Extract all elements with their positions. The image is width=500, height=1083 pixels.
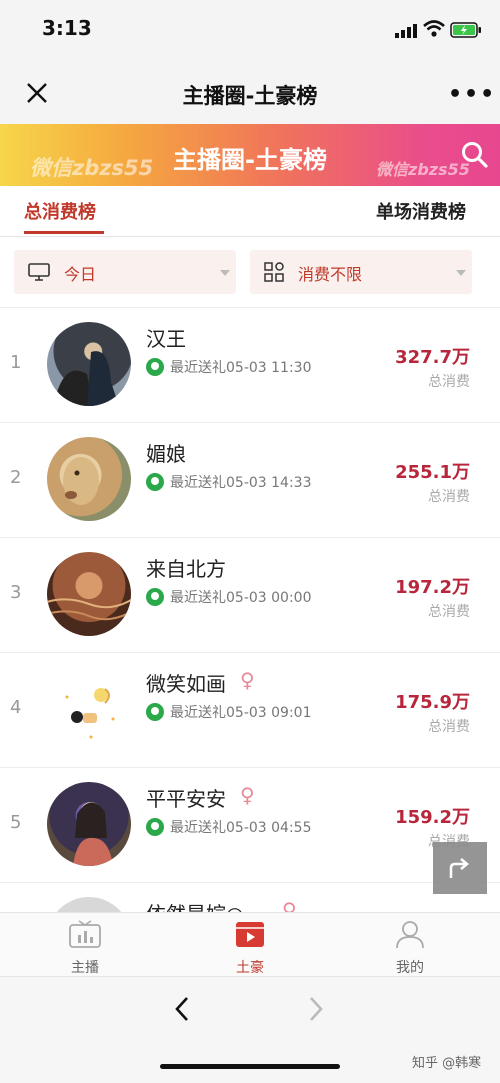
rank-number: 1: [10, 352, 22, 373]
video-icon: [236, 922, 264, 947]
forward-icon[interactable]: [306, 995, 326, 1023]
user-name: 媚娘: [146, 442, 186, 466]
gift-icon: [146, 588, 164, 606]
rank-number: 3: [10, 582, 22, 603]
ranking-tabs: 总消费榜 单场消费榜: [0, 186, 500, 237]
total-label: 总消费: [428, 719, 470, 735]
amount-filter-dropdown[interactable]: 消费不限: [250, 250, 472, 294]
wifi-icon: [423, 20, 445, 37]
bottom-tab-bar: 主播 土豪 我的: [0, 912, 500, 977]
last-gift-time: 最近送礼05-03 04:55: [170, 820, 312, 836]
back-icon[interactable]: [172, 995, 192, 1023]
tab-anchor[interactable]: 主播: [45, 919, 125, 977]
user-icon: [396, 921, 424, 949]
signal-icon: [395, 24, 417, 38]
status-time: 3:13: [42, 16, 92, 40]
total-amount: 255.1万: [395, 462, 470, 483]
total-label: 总消费: [428, 374, 470, 390]
home-indicator: [160, 1064, 340, 1069]
header-banner: 微信zbzs55 微信zbzs55 主播圈-土豪榜: [0, 124, 500, 186]
avatar: [47, 782, 131, 866]
list-item[interactable]: 1 汉王 最近送礼05-03 11:30 327.7万 总消费: [0, 307, 500, 423]
female-icon: ♀: [240, 783, 255, 807]
total-amount: 327.7万: [395, 347, 470, 368]
tv-icon: [69, 920, 101, 948]
total-amount: 159.2万: [395, 807, 470, 828]
ranking-list: 1 汉王 最近送礼05-03 11:30 327.7万 总消费 2 媚娘 最近送…: [0, 307, 500, 912]
source-credit: 知乎 @韩寒: [412, 1056, 482, 1071]
user-name: 汉王: [146, 327, 186, 351]
tab-single-session[interactable]: 单场消费榜: [376, 198, 466, 224]
user-name: 依然是媗○: [146, 898, 243, 912]
avatar: [47, 667, 131, 751]
last-gift-time: 最近送礼05-03 00:00: [170, 590, 312, 606]
total-amount: 175.9万: [395, 692, 470, 713]
active-tab-indicator: [24, 231, 104, 234]
female-icon: ♀: [282, 898, 297, 912]
avatar: [47, 897, 131, 912]
avatar: [47, 437, 131, 521]
total-label: 总消费: [428, 604, 470, 620]
avatar: [47, 322, 131, 406]
chevron-down-icon: [220, 270, 230, 276]
tab-tycoon-label: 土豪: [236, 960, 264, 976]
gift-icon: [146, 358, 164, 376]
share-icon: [449, 858, 469, 878]
rank-number: 5: [10, 812, 22, 833]
monitor-icon: [28, 263, 50, 281]
avatar: [47, 552, 131, 636]
time-filter-value: 今日: [64, 265, 97, 284]
status-bar: 3:13: [0, 0, 500, 60]
user-name: 来自北方: [146, 557, 226, 581]
time-filter-dropdown[interactable]: 今日: [14, 250, 236, 294]
grid-icon: [264, 262, 284, 282]
list-item[interactable]: 6 依然是媗○ ♀: [0, 882, 500, 912]
tab-mine-label: 我的: [396, 960, 424, 976]
gift-icon: [146, 473, 164, 491]
banner-title: 主播圈-土豪榜: [173, 146, 327, 174]
gift-icon: [146, 818, 164, 836]
list-item[interactable]: 3 来自北方 最近送礼05-03 00:00 197.2万 总消费: [0, 537, 500, 653]
page-title: 主播圈-土豪榜: [182, 84, 318, 108]
filter-bar: 今日 消费不限: [0, 237, 500, 307]
search-icon[interactable]: [460, 140, 490, 170]
share-button[interactable]: [433, 842, 487, 894]
list-item[interactable]: 2 媚娘 最近送礼05-03 14:33 255.1万 总消费: [0, 422, 500, 538]
amount-filter-value: 消费不限: [298, 265, 363, 284]
user-name: 平平安安: [146, 787, 226, 811]
more-menu-button[interactable]: •••: [448, 82, 496, 107]
rank-number: 2: [10, 467, 22, 488]
tab-mine[interactable]: 我的: [370, 919, 450, 977]
last-gift-time: 最近送礼05-03 09:01: [170, 705, 312, 721]
tab-anchor-label: 主播: [71, 960, 99, 976]
nav-bar: 主播圈-土豪榜 •••: [0, 60, 500, 124]
list-item[interactable]: 4 微笑如画 ♀ 最近送礼05-03 09:01 175.9万 总消费: [0, 652, 500, 768]
list-item[interactable]: 5 平平安安 ♀ 最近送礼05-03 04:55 159.2万 总消费: [0, 767, 500, 883]
female-icon: ♀: [240, 668, 255, 692]
gift-icon: [146, 703, 164, 721]
tab-tycoon[interactable]: 土豪: [210, 919, 290, 977]
rank-number: 4: [10, 697, 22, 718]
total-amount: 197.2万: [395, 577, 470, 598]
battery-icon: [450, 22, 481, 38]
last-gift-time: 最近送礼05-03 14:33: [170, 475, 312, 491]
total-label: 总消费: [428, 489, 470, 505]
chevron-down-icon: [456, 270, 466, 276]
tab-total-consumption[interactable]: 总消费榜: [24, 198, 96, 224]
user-name: 微笑如画: [146, 672, 226, 696]
last-gift-time: 最近送礼05-03 11:30: [170, 360, 312, 376]
